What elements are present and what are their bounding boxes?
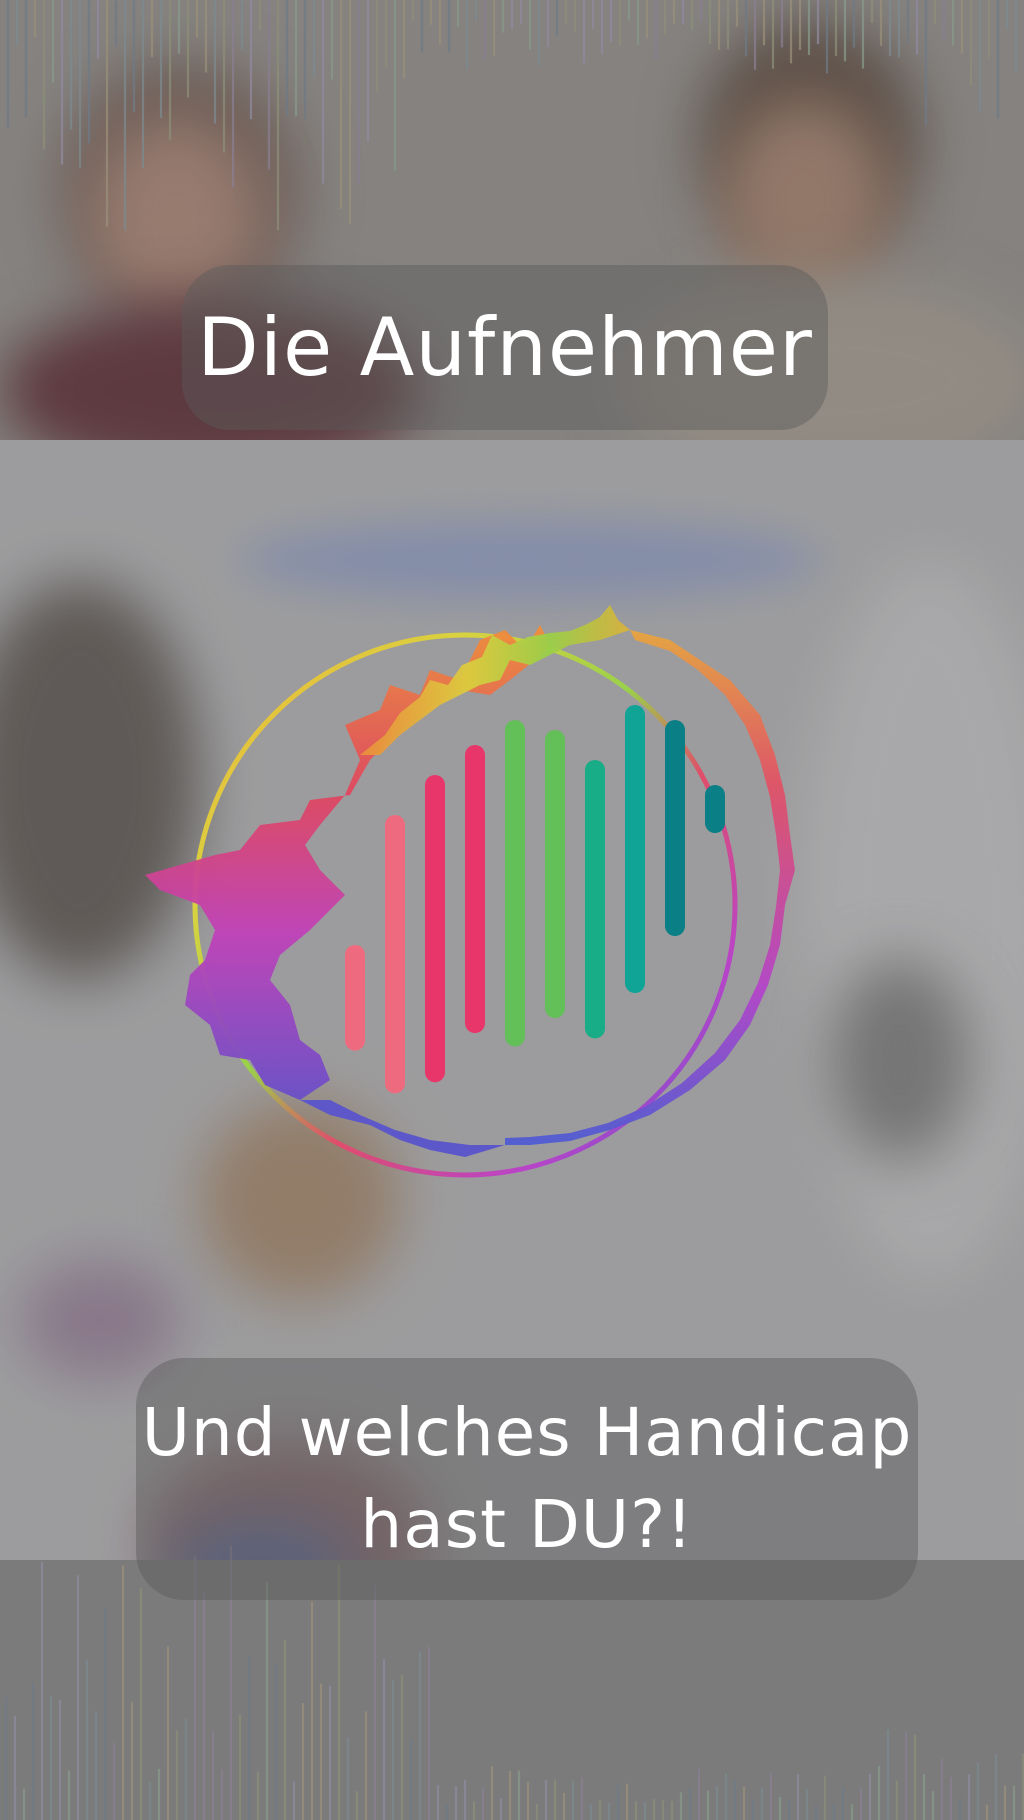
subtitle-banner: Und welches Handicap hast DU?! xyxy=(136,1358,918,1600)
subtitle-line-2: hast DU?! xyxy=(360,1486,694,1563)
equalizer-bar xyxy=(385,815,405,1094)
equalizer-bar xyxy=(425,775,445,1083)
spectrum-bars-top xyxy=(6,0,1018,231)
audio-visualizer xyxy=(145,605,795,1178)
equalizer-bar xyxy=(465,745,485,1033)
equalizer-bar xyxy=(345,945,365,1051)
equalizer-bar xyxy=(625,705,645,993)
equalizer-bar xyxy=(665,720,685,936)
video-frame: Die Aufnehmer Und welches Handicap hast … xyxy=(0,0,1024,1820)
podcast-title: Die Aufnehmer xyxy=(197,300,813,394)
equalizer-bar xyxy=(585,760,605,1039)
equalizer-bar xyxy=(545,730,565,1018)
equalizer-bar xyxy=(505,720,525,1047)
title-banner: Die Aufnehmer xyxy=(182,265,828,430)
equalizer-bar xyxy=(705,785,725,833)
equalizer-bars-icon xyxy=(345,705,725,1094)
subtitle-line-1: Und welches Handicap xyxy=(141,1394,913,1471)
